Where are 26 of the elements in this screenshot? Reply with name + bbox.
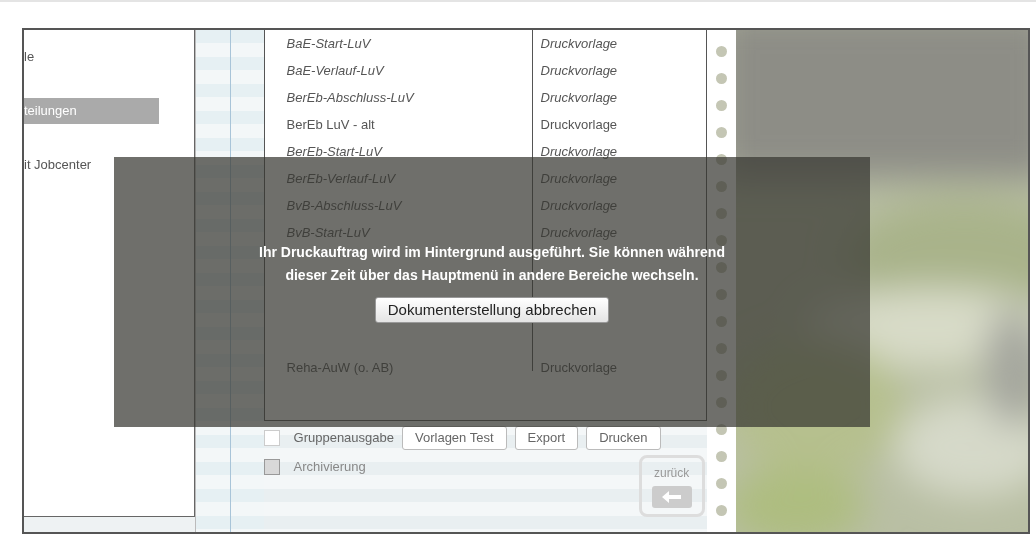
binder-hole [715, 478, 727, 489]
checkbox-label: Archivierung [293, 458, 366, 477]
cancel-button[interactable]: Dokumenterstellung abbrechen [374, 297, 610, 323]
template-name[interactable]: BaE-Start-LuV [286, 33, 533, 54]
binder-hole [715, 451, 727, 462]
template-name[interactable]: BerEb-Abschluss-LuV [286, 87, 533, 108]
action-button[interactable]: Drucken [586, 426, 661, 450]
checkbox-label: Gruppenausgabe [293, 429, 394, 448]
binder-hole [715, 127, 727, 138]
template-type: Druckvorlage [540, 142, 618, 161]
template-name[interactable]: BerEb-Start-LuV [286, 141, 533, 162]
template-name[interactable]: BaE-Verlauf-LuV [286, 60, 533, 81]
message-text: Ihr Druckauftrag wird im Hintergrund ausgeführt. Sie können während dieser Zeit über das Hauptmenü in andere Bereiche wechseln. [259, 243, 725, 285]
template-name[interactable]: BerEb LuV - alt [286, 114, 533, 135]
binder-hole [715, 505, 727, 516]
action-button[interactable]: Vorlagen Test [402, 426, 507, 450]
sidebar-item[interactable]: le [24, 44, 159, 70]
action-button[interactable]: Export [514, 426, 579, 450]
template-type: Druckvorlage [540, 88, 618, 107]
binder-hole [715, 46, 727, 57]
binder-hole [715, 100, 727, 111]
template-type: Druckvorlage [540, 34, 618, 53]
arrow-left-icon [651, 486, 692, 508]
template-type: Druckvorlage [540, 61, 618, 80]
binder-hole [715, 73, 727, 84]
template-type: Druckvorlage [540, 115, 618, 134]
